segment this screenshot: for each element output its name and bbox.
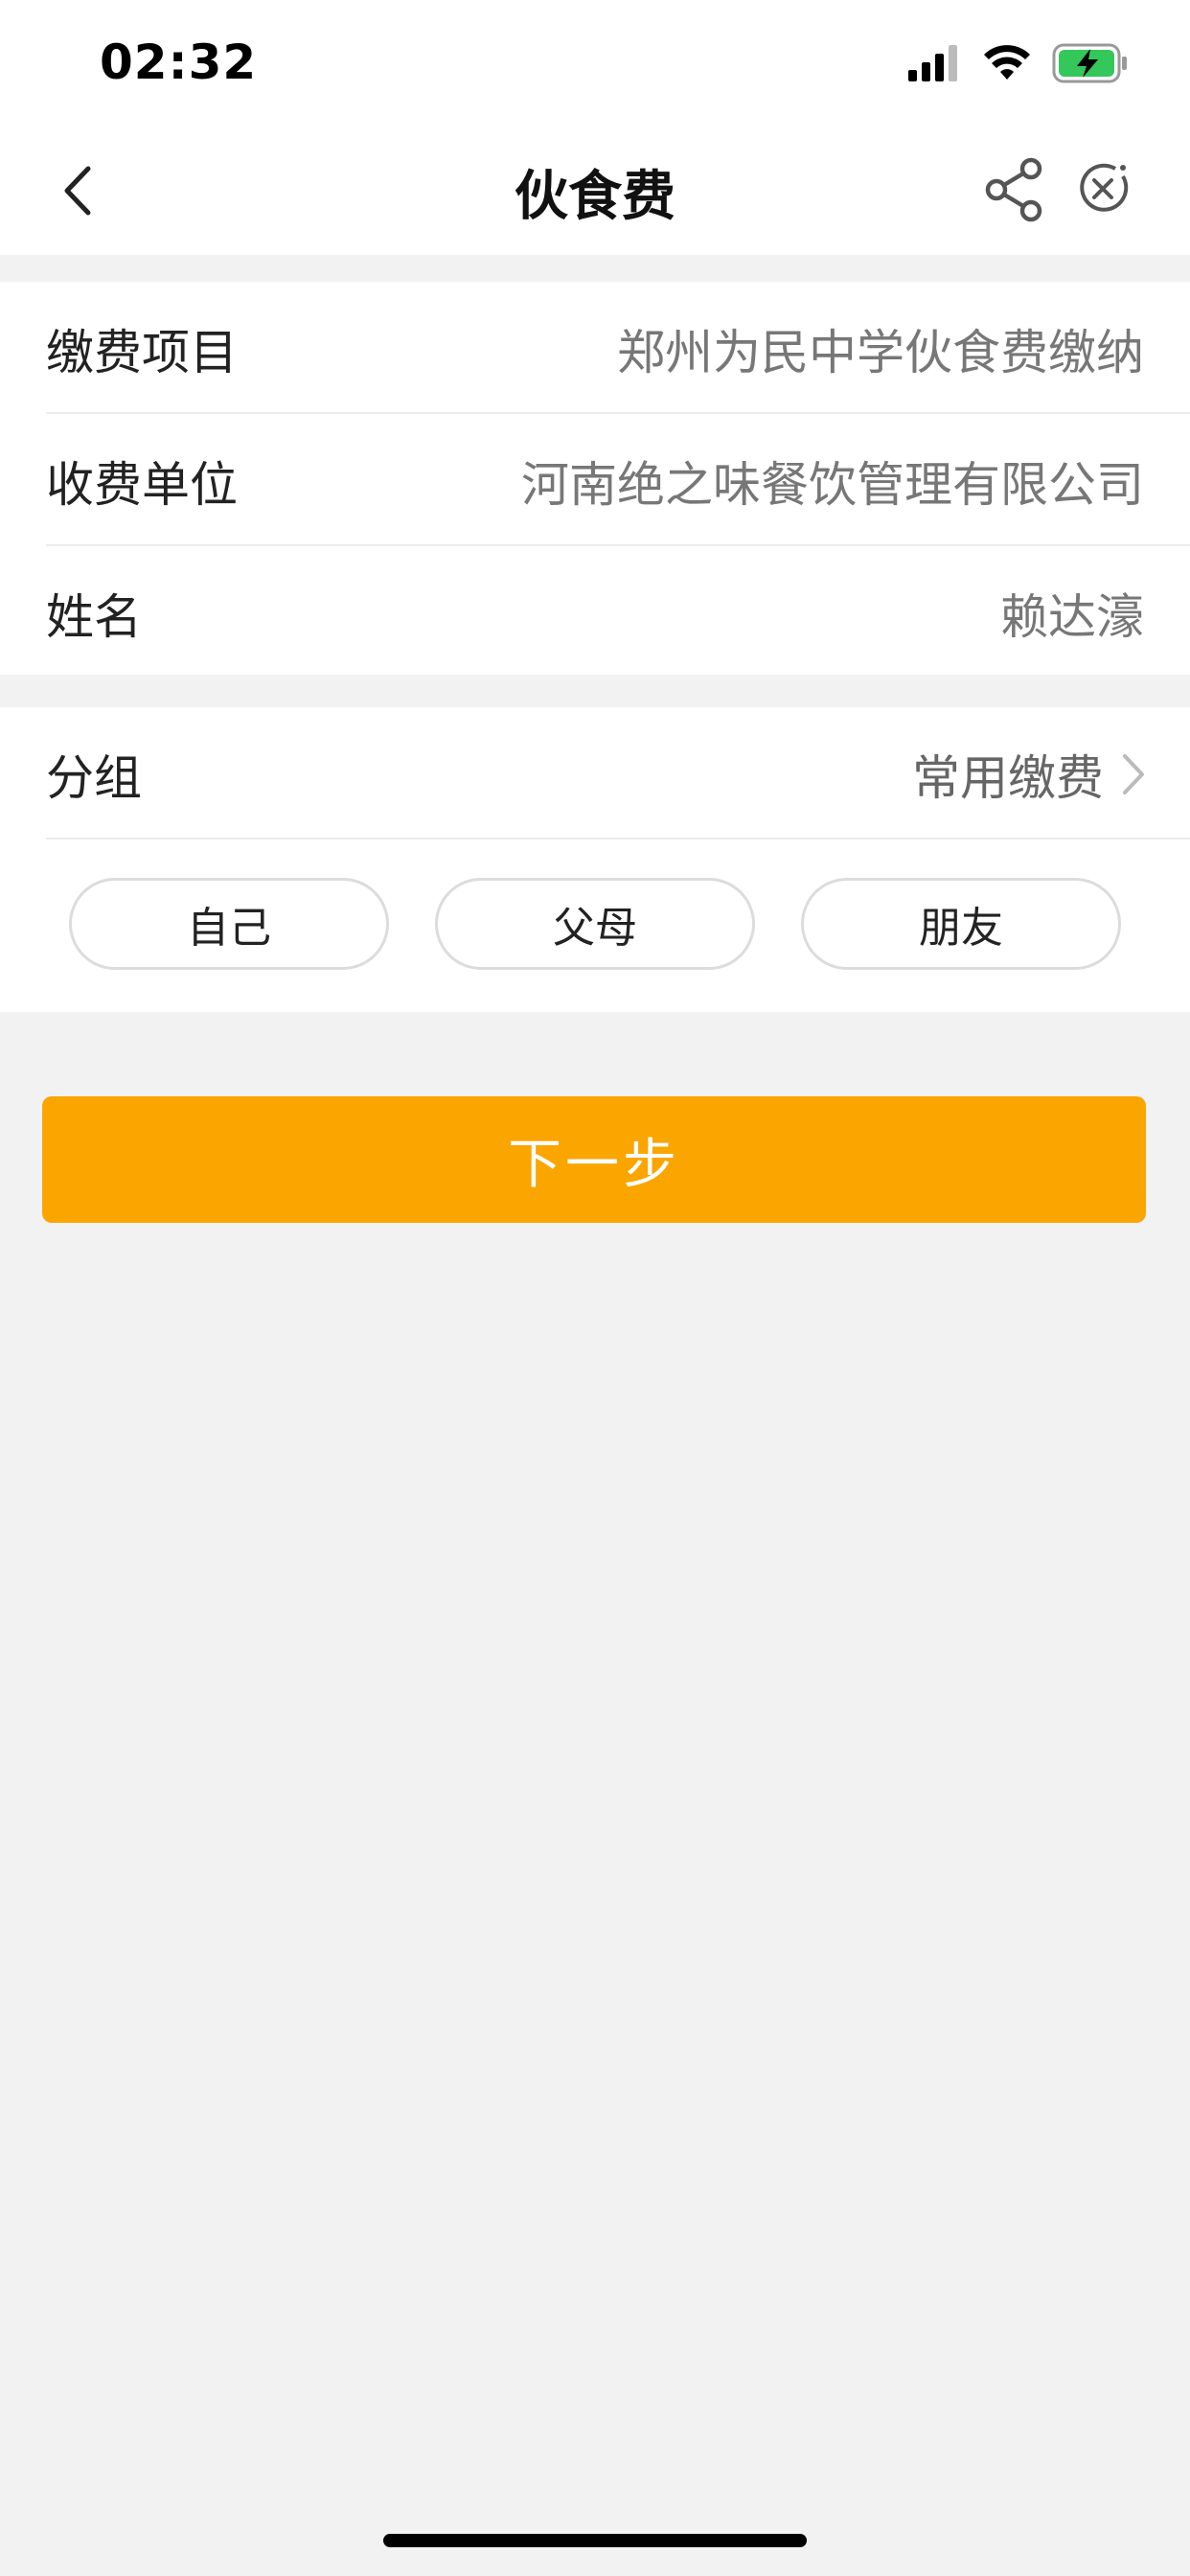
group-row[interactable]: 分组 常用缴费 xyxy=(46,707,1190,840)
nav-bar: 伙食费 xyxy=(0,125,1190,255)
close-icon[interactable] xyxy=(1069,155,1136,222)
next-button[interactable]: 下一步 xyxy=(42,1096,1146,1223)
signal-icon xyxy=(908,45,957,81)
chip-parents[interactable]: 父母 xyxy=(435,878,755,970)
info-label: 缴费项目 xyxy=(46,325,238,380)
info-label: 姓名 xyxy=(46,589,142,645)
chip-self[interactable]: 自己 xyxy=(69,878,389,970)
info-value: 赖达濠 xyxy=(1000,589,1144,645)
chip-friends[interactable]: 朋友 xyxy=(801,878,1121,970)
info-value: 河南绝之味餐饮管理有限公司 xyxy=(521,457,1144,513)
wifi-icon xyxy=(984,45,1030,80)
status-icons xyxy=(908,42,1129,84)
group-selector[interactable]: 常用缴费 xyxy=(912,740,1148,809)
info-row-payee: 收费单位 河南绝之味餐饮管理有限公司 xyxy=(46,414,1190,546)
status-bar: 02:32 xyxy=(0,0,1190,125)
payment-info-card: 缴费项目 郑州为民中学伙食费缴纳 收费单位 河南绝之味餐饮管理有限公司 姓名 赖… xyxy=(0,282,1190,675)
info-row-name: 姓名 赖达濠 xyxy=(46,546,1190,678)
status-time: 02:32 xyxy=(100,34,258,90)
info-label: 收费单位 xyxy=(46,457,238,513)
chevron-right-icon xyxy=(1123,754,1144,794)
info-row-item: 缴费项目 郑州为民中学伙食费缴纳 xyxy=(46,282,1190,414)
battery-charging-icon xyxy=(1052,43,1127,83)
home-indicator xyxy=(383,2534,807,2547)
share-icon[interactable] xyxy=(981,155,1048,222)
group-value: 常用缴费 xyxy=(912,750,1104,806)
group-chips: 自己 父母 朋友 xyxy=(0,878,1190,970)
group-card: 分组 常用缴费 自己 父母 朋友 xyxy=(0,707,1190,1012)
info-value: 郑州为民中学伙食费缴纳 xyxy=(617,325,1144,380)
group-label: 分组 xyxy=(46,750,142,806)
